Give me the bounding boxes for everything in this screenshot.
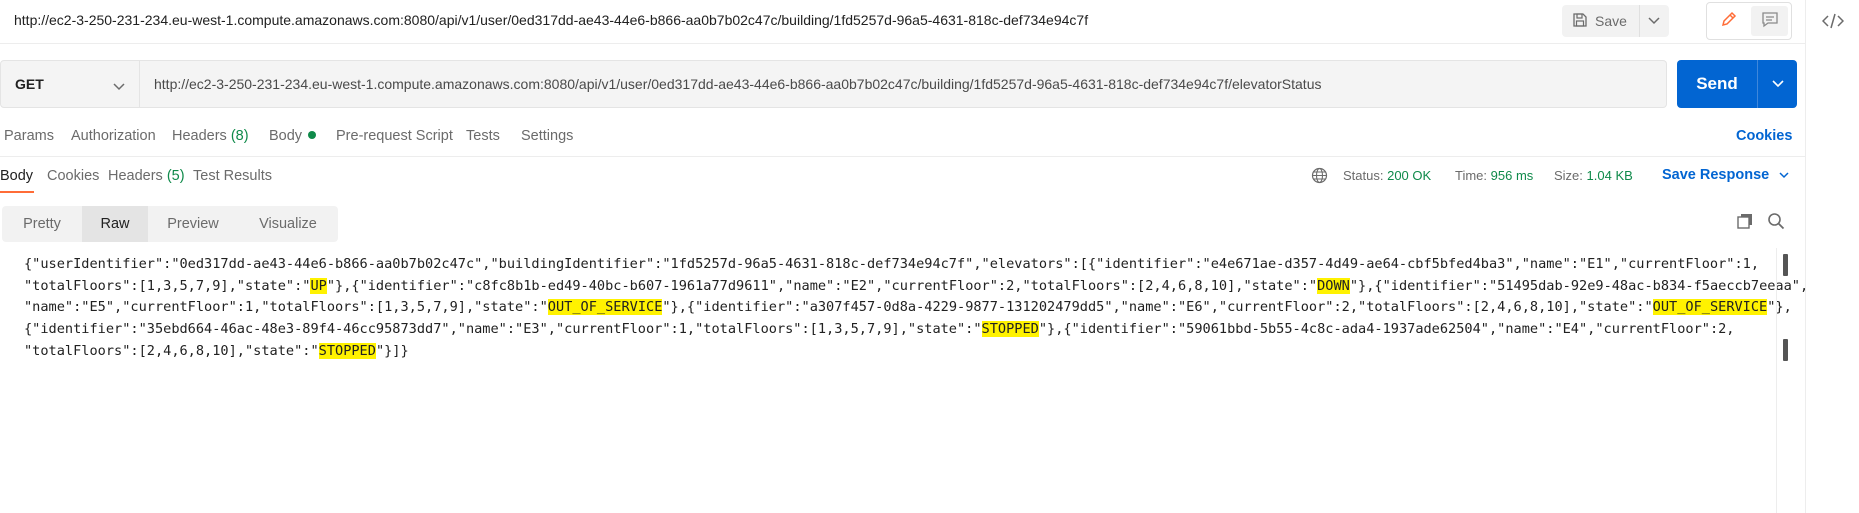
vertical-scrollbar[interactable] [1776,248,1790,513]
response-tab-body[interactable]: Body [0,168,33,184]
format-raw[interactable]: Raw [82,206,148,242]
right-sidebar [1805,0,1859,513]
request-title[interactable]: http://ec2-3-250-231-234.eu-west-1.compu… [14,12,1088,28]
response-tab-test-results[interactable]: Test Results [193,168,272,184]
body-indicator-dot [308,131,317,139]
http-method-value: GET [15,76,44,92]
save-button-group: Save [1562,5,1669,37]
tab-body-label: Body [269,128,303,144]
highlighted-state: STOPPED [981,321,1039,338]
save-options-button[interactable] [1638,5,1669,37]
chevron-down-icon [1779,167,1789,183]
body-line: {"userIdentifier":"0ed317dd-ae43-44e6-b8… [24,254,1784,276]
tab-headers[interactable]: Headers (8) [172,128,249,144]
http-method-select[interactable]: GET [0,60,140,108]
code-snippet-icon[interactable] [1821,12,1845,35]
request-title-bar: http://ec2-3-250-231-234.eu-west-1.compu… [0,0,1805,44]
tab-authorization[interactable]: Authorization [71,128,156,144]
response-headers-label: Headers [108,168,163,184]
format-pretty[interactable]: Pretty [2,206,82,242]
time-label: Time: [1455,168,1488,183]
body-text-segment: "totalFloors":[1,3,5,7,9],"state":" [24,277,311,294]
highlighted-state: UP [310,277,327,294]
pencil-icon [1720,10,1738,33]
body-text-segment: "},{"identifier":"51495dab-92e9-48ac-b83… [1349,277,1809,294]
scrollbar-marker[interactable] [1783,254,1788,276]
format-preview[interactable]: Preview [148,206,238,242]
chevron-down-icon [1771,75,1784,93]
response-tab-headers[interactable]: Headers (5) [108,168,185,184]
tab-headers-count: (8) [230,128,249,144]
divider [0,156,1805,157]
body-text-segment: "},{"identifier":"59061bbd-5b55-4c8c-ada… [1038,321,1735,338]
response-time[interactable]: Time: 956 ms [1455,168,1533,183]
url-input[interactable]: http://ec2-3-250-231-234.eu-west-1.compu… [140,60,1667,108]
save-response-button[interactable]: Save Response [1662,167,1789,183]
active-tab-underline [0,191,34,193]
format-visualize[interactable]: Visualize [238,206,338,242]
size-value: 1.04 KB [1586,168,1633,183]
body-text-segment: "},{"identifier":"a307f457-0d8a-4229-987… [662,299,1653,316]
body-format-tabs: Pretty Raw Preview Visualize [2,206,338,242]
tab-body[interactable]: Body [269,128,317,144]
comment-icon [1761,10,1779,33]
body-text-segment: "},{"identifier":"c8fc8b1b-ed49-40bc-b60… [326,277,1318,294]
time-value: 956 ms [1490,168,1534,183]
highlighted-state: OUT_OF_SERVICE [1652,299,1768,316]
save-button[interactable]: Save [1562,5,1639,37]
highlighted-state: STOPPED [318,342,376,359]
save-response-label: Save Response [1662,167,1770,183]
chevron-down-icon [1648,12,1660,30]
copy-icon[interactable] [1736,212,1754,235]
body-text-segment: {"userIdentifier":"0ed317dd-ae43-44e6-b8… [24,256,1760,272]
body-line: "name":"E5","currentFloor":1,"totalFloor… [24,297,1792,319]
send-button-group: Send [1677,60,1797,108]
highlighted-state: OUT_OF_SERVICE [547,299,663,316]
status-label: Status: [1343,168,1384,183]
save-label: Save [1595,13,1627,29]
highlighted-state: DOWN [1317,277,1350,294]
response-headers-count: (5) [166,168,185,184]
send-button[interactable]: Send [1677,60,1757,108]
globe-icon[interactable] [1311,167,1328,189]
tab-pre-request-script[interactable]: Pre-request Script [336,128,453,144]
response-status[interactable]: Status: 200 OK [1343,168,1431,183]
body-text-segment: {"identifier":"35ebd664-46ac-48e3-89f4-4… [24,321,982,338]
scrollbar-marker[interactable] [1783,339,1788,361]
response-body[interactable]: {"userIdentifier":"0ed317dd-ae43-44e6-b8… [24,254,1808,363]
body-text-segment: "totalFloors":[2,4,6,8,10],"state":" [24,342,319,359]
tab-headers-label: Headers [172,128,227,144]
view-mode-toggle [1706,2,1792,40]
response-tab-cookies[interactable]: Cookies [47,168,99,184]
tab-params[interactable]: Params [4,128,54,144]
size-label: Size: [1554,168,1583,183]
response-size[interactable]: Size: 1.04 KB [1554,168,1633,183]
body-line: "totalFloors":[1,3,5,7,9],"state":"UP"},… [24,276,1808,298]
status-value: 200 OK [1387,168,1432,183]
body-text-segment: "name":"E5","currentFloor":1,"totalFloor… [24,299,548,316]
save-icon [1572,12,1588,31]
body-line: "totalFloors":[2,4,6,8,10],"state":"STOP… [24,341,1784,363]
comments-mode-button[interactable] [1751,6,1788,36]
send-options-button[interactable] [1757,60,1797,108]
cookies-link[interactable]: Cookies [1736,128,1792,144]
body-text-segment: "}]} [375,342,409,359]
tab-settings[interactable]: Settings [521,128,573,144]
search-icon[interactable] [1767,212,1785,235]
tab-tests[interactable]: Tests [466,128,500,144]
body-line: {"identifier":"35ebd664-46ac-48e3-89f4-4… [24,319,1784,341]
edit-mode-button[interactable] [1710,6,1747,36]
chevron-down-icon [113,78,125,94]
